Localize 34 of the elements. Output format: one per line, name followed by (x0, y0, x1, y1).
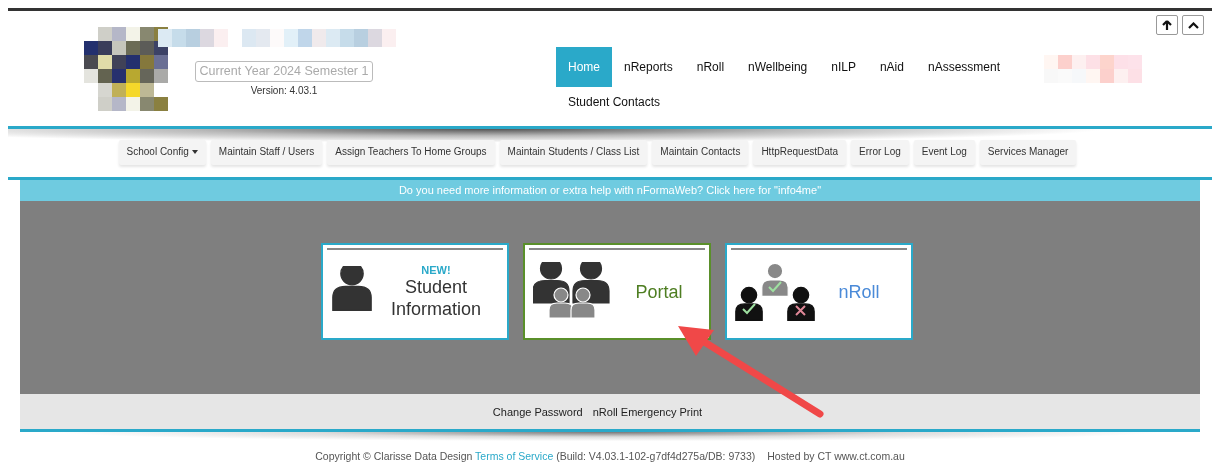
version-text: Version: 4.03.1 (250, 85, 318, 96)
nav-tab[interactable]: nWellbeing (736, 47, 820, 87)
footer-link[interactable]: nRoll Emergency Print (592, 405, 703, 418)
app-tile[interactable]: NEW! Student Information (321, 243, 509, 340)
nav-tab[interactable]: Student Contacts (556, 87, 673, 117)
menu-button[interactable]: HttpRequestData (753, 140, 847, 165)
tile-label: Student Information (389, 275, 482, 320)
tile-label: nRoll (838, 280, 880, 303)
tile-label: Portal (635, 280, 683, 303)
menu-button[interactable]: Error Log (851, 140, 909, 165)
nav-tab[interactable]: nReports (612, 47, 685, 87)
menu-button[interactable]: Maintain Contacts (652, 140, 749, 165)
menu-button[interactable]: Maintain Students / Class List (499, 140, 648, 165)
caret-icon (191, 150, 198, 155)
app-tile[interactable]: nRoll (725, 243, 913, 340)
arrow-up-icon (1162, 19, 1172, 31)
nav-tab[interactable]: nAssessment (915, 47, 1012, 87)
nav-tab[interactable]: nILP (819, 47, 868, 87)
app-tile[interactable]: Portal (523, 243, 711, 340)
menu-button[interactable]: Maintain Staff / Users (210, 140, 323, 165)
chevron-up-icon (1187, 21, 1199, 29)
footer-link[interactable]: Change Password (492, 405, 583, 418)
menu-button[interactable]: Services Manager (979, 140, 1077, 165)
build-text: (Build: V4.03.1-102-g7df4d275a/DB: 9733) (555, 450, 756, 462)
nav-tab[interactable]: nAid (867, 47, 916, 87)
copyright-text: Copyright © Clarisse Data Design (315, 450, 474, 462)
collapse-button[interactable] (1182, 15, 1204, 35)
dropdown-button[interactable]: School Config (118, 140, 206, 165)
scroll-top-button[interactable] (1156, 15, 1178, 35)
new-label: NEW! (421, 263, 451, 276)
nav-tab[interactable]: nRoll (684, 47, 737, 87)
hosted-text: Hosted by CT www.ct.com.au (767, 450, 905, 462)
menu-button[interactable]: Event Log (913, 140, 975, 165)
menu-button[interactable]: Assign Teachers To Home Groups (327, 140, 495, 165)
